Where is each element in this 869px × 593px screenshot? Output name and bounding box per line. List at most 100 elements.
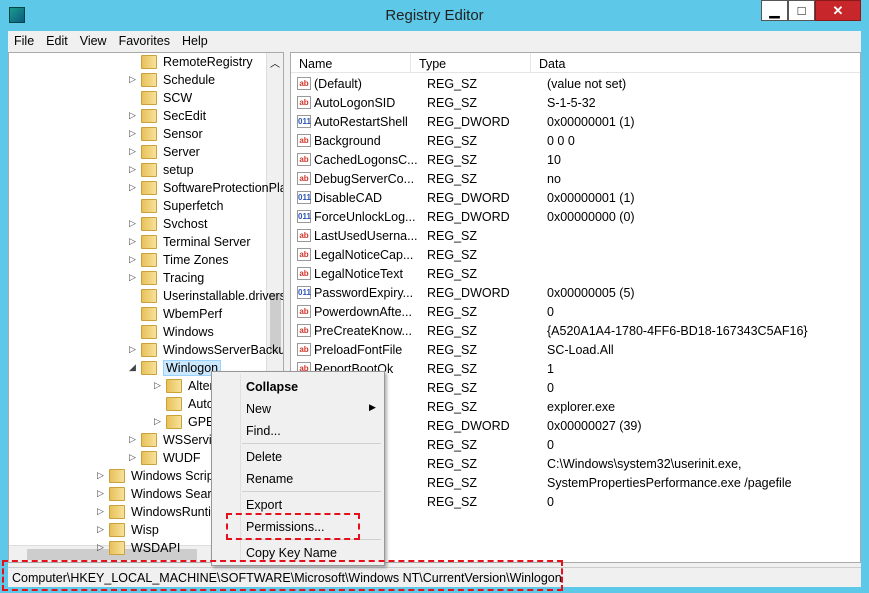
menu-file[interactable]: File [8,31,40,51]
menu-edit[interactable]: Edit [40,31,74,51]
menu-item-export[interactable]: Export [246,498,282,512]
menu-help[interactable]: Help [176,31,214,51]
expand-arrow-icon[interactable]: ▷ [129,164,136,175]
menu-view[interactable]: View [74,31,113,51]
expand-arrow-icon[interactable]: ▷ [129,272,136,283]
value-data: (value not set) [547,76,627,91]
minimize-button[interactable]: ▁ [761,0,788,21]
value-data: C:\Windows\system32\userinit.exe, [547,456,742,471]
tree-item[interactable]: Wisp [109,521,159,539]
tree-item[interactable]: RemoteRegistry [141,53,253,71]
tree-item[interactable]: Sensor [141,125,203,143]
value-data: SC-Load.All [547,342,614,357]
tree-item[interactable]: WindowsServerBackup [141,341,284,359]
maximize-button[interactable]: □ [788,0,815,21]
tree-item[interactable]: Winlogon [141,359,222,377]
expand-arrow-icon[interactable]: ▷ [129,434,136,445]
tree-item[interactable]: SCW [141,89,192,107]
value-row[interactable]: ab DebugServerCo... REG_SZ no [291,169,561,188]
menu-favorites[interactable]: Favorites [113,31,176,51]
value-row[interactable]: 011 AutoRestartShell REG_DWORD 0x00000001 (… [291,112,635,131]
value-type: REG_SZ [427,323,478,338]
column-type[interactable]: Type [411,53,531,72]
value-type: REG_SZ [427,266,478,281]
menu-item-rename[interactable]: Rename [246,472,293,486]
value-data: 0 [547,380,554,395]
value-data: SystemPropertiesPerformance.exe /pagefil… [547,475,792,490]
expand-arrow-icon[interactable]: ▷ [97,488,104,499]
value-row[interactable]: ab PreloadFontFile REG_SZ SC-Load.All [291,340,614,359]
value-name: LegalNoticeText [314,266,403,281]
expand-arrow-icon[interactable]: ▷ [129,182,136,193]
column-data[interactable]: Data [531,53,860,72]
folder-icon [141,235,157,249]
expand-arrow-icon[interactable]: ▷ [97,470,104,481]
value-row[interactable]: ab LegalNoticeText REG_SZ [291,264,547,283]
expand-arrow-icon[interactable]: ▷ [129,128,136,139]
tree-item-label: WindowsServerBackup [163,343,284,357]
value-row[interactable]: ab LastUsedUserna... REG_SZ [291,226,547,245]
collapse-arrow-icon[interactable]: ◢ [129,362,136,373]
expand-arrow-icon[interactable]: ▷ [97,524,104,535]
folder-icon [141,163,157,177]
tree-item[interactable]: Tracing [141,269,204,287]
tree-item[interactable]: Schedule [141,71,215,89]
value-row[interactable]: ab PowerdownAfte... REG_SZ 0 [291,302,554,321]
expand-arrow-icon[interactable]: ▷ [129,344,136,355]
expand-arrow-icon[interactable]: ▷ [129,146,136,157]
menu-item-collapse[interactable]: Collapse [246,380,298,394]
tree-item-label: Schedule [163,73,216,87]
expand-arrow-icon[interactable]: ▷ [129,218,136,229]
value-row[interactable]: ab PreCreateKnow... REG_SZ {A520A1A4-1780-4… [291,321,808,340]
expand-arrow-icon[interactable]: ▷ [97,506,104,517]
folder-icon [166,379,182,393]
tree-item[interactable]: Svchost [141,215,207,233]
tree-item[interactable]: Server [141,143,200,161]
expand-arrow-icon[interactable]: ▷ [129,74,136,85]
tree-item[interactable]: WUDF [141,449,201,467]
tree-item[interactable]: Time Zones [141,251,229,269]
menu-item-delete[interactable]: Delete [246,450,282,464]
tree-item-label: Server [163,145,200,159]
value-name: AutoRestartShell [314,114,408,129]
folder-icon [141,73,157,87]
value-row[interactable]: 011 PasswordExpiry... REG_DWORD 0x00000005 … [291,283,635,302]
tree-item[interactable]: SecEdit [141,107,206,125]
value-row[interactable]: ab LegalNoticeCap... REG_SZ [291,245,547,264]
expand-arrow-icon[interactable]: ▷ [129,110,136,121]
value-type: REG_SZ [427,228,478,243]
folder-icon [141,127,157,141]
tree-item[interactable]: WSDAPI [109,539,180,557]
value-row[interactable]: ab Background REG_SZ 0 0 0 [291,131,575,150]
tree-item[interactable]: Superfetch [141,197,223,215]
tree-item[interactable]: setup [141,161,194,179]
tree-item[interactable]: Windows [141,323,214,341]
folder-icon [141,289,157,303]
tree-item[interactable]: Terminal Server [141,233,251,251]
expand-arrow-icon[interactable]: ▷ [129,452,136,463]
close-button[interactable]: ✕ [815,0,861,21]
tree-item[interactable]: WbemPerf [141,305,222,323]
value-data: 0x00000005 (5) [547,285,635,300]
menu-item-find[interactable]: Find... [246,424,281,438]
expand-arrow-icon[interactable]: ▷ [97,542,104,553]
value-type: REG_SZ [427,475,478,490]
value-row[interactable]: 011 ForceUnlockLog... REG_DWORD 0x00000000 … [291,207,635,226]
menu-item-copy-key-name[interactable]: Copy Key Name [246,546,337,560]
folder-icon [141,199,157,213]
expand-arrow-icon[interactable]: ▷ [129,236,136,247]
tree-item[interactable]: Windows Search [109,485,225,503]
expand-arrow-icon[interactable]: ▷ [129,254,136,265]
string-value-icon: ab [297,134,311,147]
expand-arrow-icon[interactable]: ▷ [154,380,161,391]
tree-item[interactable]: Userinstallable.drivers [141,287,283,305]
value-row[interactable]: ab CachedLogonsC... REG_SZ 10 [291,150,561,169]
expand-arrow-icon[interactable]: ▷ [154,416,161,427]
value-row[interactable]: ab (Default) REG_SZ (value not set) [291,74,626,93]
value-row[interactable]: ab AutoLogonSID REG_SZ S-1-5-32 [291,93,596,112]
column-name[interactable]: Name [291,53,411,72]
value-row[interactable]: 011 DisableCAD REG_DWORD 0x00000001 (1) [291,188,635,207]
value-type: REG_SZ [427,247,478,262]
menu-item-new[interactable]: New [246,402,271,416]
tree-item[interactable]: SoftwareProtectionPlatform [141,179,283,197]
